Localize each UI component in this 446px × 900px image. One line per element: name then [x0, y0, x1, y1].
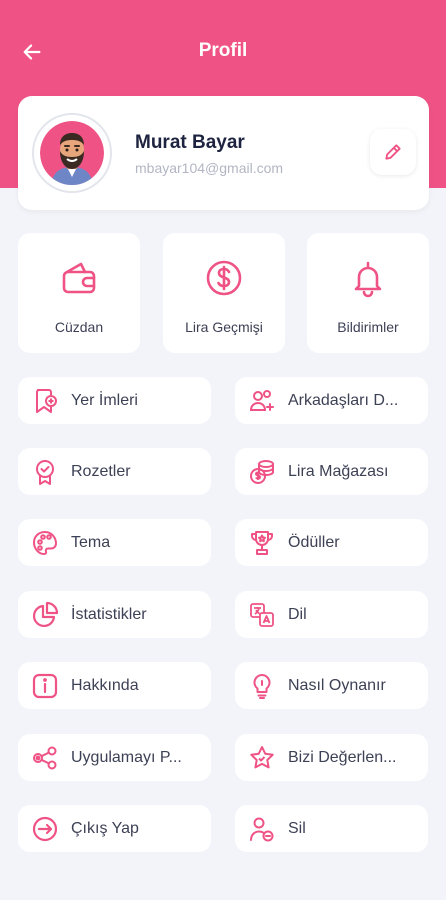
menu-item-share-app[interactable]: Uygulamayı P... [18, 734, 211, 781]
quick-action-label: Bildirimler [337, 319, 399, 335]
menu-item-label: Çıkış Yap [71, 819, 139, 837]
menu-item-label: Dil [288, 605, 307, 623]
pencil-icon [385, 144, 401, 160]
menu-item-label: Lira Mağazası [288, 462, 389, 480]
badge-icon [36, 459, 54, 485]
menu-item-label: Arkadaşları D... [288, 391, 399, 409]
menu-item-label: İstatistikler [71, 605, 147, 623]
menu-item-language[interactable]: Dil [235, 591, 428, 638]
quick-action-notifications[interactable]: Bildirimler [307, 233, 429, 353]
info-icon [32, 673, 58, 698]
bookmark-add-icon [36, 388, 57, 413]
menu-item-label: Rozetler [71, 462, 131, 480]
menu-item-label: Bizi Değerlen... [288, 748, 397, 766]
pie-chart-icon [32, 601, 59, 627]
star-icon [250, 745, 274, 768]
menu-item-label: Hakkında [71, 676, 139, 694]
translate-icon [250, 602, 274, 627]
user-email: mbayar104@gmail.com [135, 160, 284, 176]
logout-icon [32, 816, 58, 841]
menu-item-label: Uygulamayı P... [71, 748, 182, 766]
menu-item-rate-us[interactable]: Bizi Değerlen... [235, 734, 428, 781]
menu-item-label: Nasıl Oynanır [288, 676, 386, 694]
delete-user-icon [250, 817, 274, 841]
coin-stack-icon [250, 459, 274, 484]
lightbulb-icon [253, 673, 271, 699]
edit-profile-button[interactable] [370, 129, 416, 175]
avatar-frame[interactable] [32, 113, 112, 193]
menu-item-logout[interactable]: Çıkış Yap [18, 805, 211, 852]
bell-icon [354, 261, 382, 298]
quick-action-wallet[interactable]: Cüzdan [18, 233, 140, 353]
top-bar: Profil [0, 30, 446, 74]
quick-action-lira-history[interactable]: Lira Geçmişi [163, 233, 285, 353]
menu-item-label: Yer İmleri [71, 391, 138, 409]
menu-item-label: Sil [288, 819, 306, 837]
dollar-coin-icon [206, 260, 242, 296]
menu-item-rewards[interactable]: Ödüller [235, 519, 428, 566]
share-icon [33, 746, 57, 769]
menu-item-label: Tema [71, 533, 111, 551]
menu-item-invite-friends[interactable]: Arkadaşları D... [235, 377, 428, 424]
menu-item-badges[interactable]: Rozetler [18, 448, 211, 495]
menu-item-about[interactable]: Hakkında [18, 662, 211, 709]
menu-item-bookmarks[interactable]: Yer İmleri [18, 377, 211, 424]
menu-item-how-to-play[interactable]: Nasıl Oynanır [235, 662, 428, 709]
trophy-icon [251, 530, 273, 555]
wallet-icon [62, 262, 96, 294]
menu-item-statistics[interactable]: İstatistikler [18, 591, 211, 638]
avatar [40, 121, 104, 185]
user-name: Murat Bayar [135, 132, 245, 153]
menu-item-lira-store[interactable]: Lira Mağazası [235, 448, 428, 495]
palette-icon [32, 530, 58, 555]
menu-item-theme[interactable]: Tema [18, 519, 211, 566]
quick-action-label: Lira Geçmişi [185, 319, 263, 335]
menu-item-delete-account[interactable]: Sil [235, 805, 428, 852]
menu-item-label: Ödüller [288, 533, 340, 551]
page-title: Profil [198, 40, 248, 61]
quick-action-label: Cüzdan [54, 319, 104, 335]
profile-card: Murat Bayar mbayar104@gmail.com [18, 96, 429, 210]
add-friends-icon [249, 389, 274, 411]
